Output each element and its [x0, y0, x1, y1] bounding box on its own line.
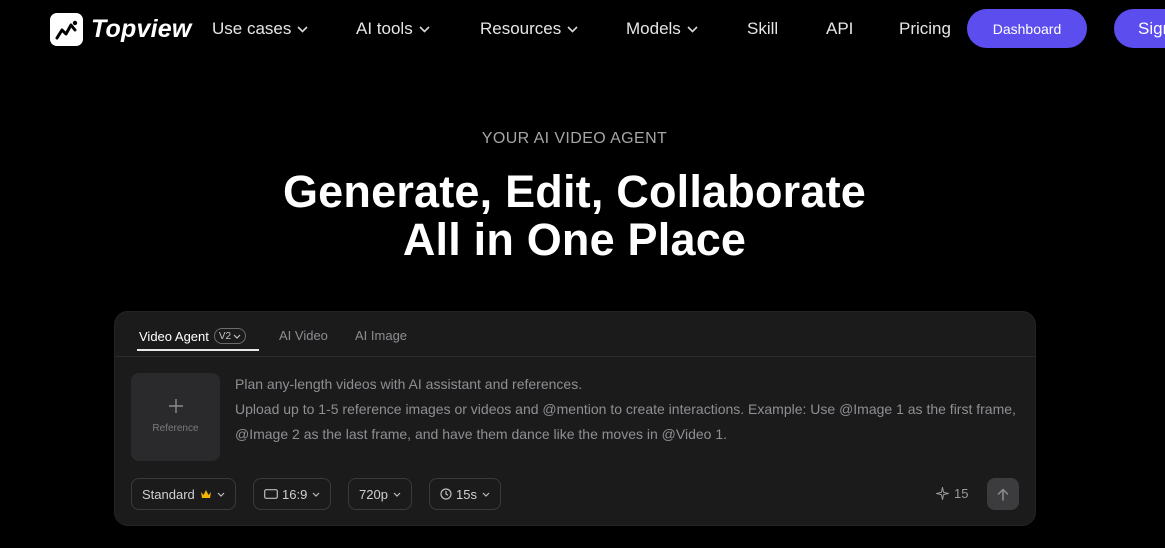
tab-ai-image[interactable]: AI Image	[355, 328, 407, 343]
tab-ai-video[interactable]: AI Video	[279, 328, 328, 343]
chevron-down-icon	[217, 492, 225, 497]
chevron-down-icon	[687, 25, 698, 33]
nav-models-label: Models	[626, 19, 681, 38]
aspect-ratio-label: 16:9	[282, 486, 308, 502]
quality-label: Standard	[142, 486, 195, 502]
brand-name: Topview	[91, 15, 192, 43]
topview-logo-icon	[50, 13, 83, 46]
nav-pricing[interactable]: Pricing	[899, 19, 951, 39]
nav-ai-tools[interactable]: AI tools	[356, 19, 430, 39]
quality-selector[interactable]: Standard	[131, 478, 236, 510]
top-navbar: Topview Use cases AI tools Resources Mod…	[0, 0, 1165, 58]
duration-selector[interactable]: 15s	[429, 478, 501, 510]
nav-ai-tools-label: AI tools	[356, 19, 413, 38]
tab-video-agent[interactable]: Video Agent V2	[139, 328, 247, 344]
duration-label: 15s	[456, 486, 477, 502]
credit-cost: 15	[936, 486, 968, 501]
nav-skill[interactable]: Skill	[747, 19, 778, 39]
hero-headline: Generate, Edit, Collaborate All in One P…	[0, 168, 1149, 264]
arrow-up-icon	[997, 488, 1009, 501]
chevron-down-icon	[297, 25, 308, 33]
chevron-down-icon	[233, 334, 241, 339]
plus-icon	[131, 395, 220, 417]
video-agent-composer: Video Agent V2 AI Video AI Image Referen…	[114, 311, 1036, 526]
hero-headline-line-1: Generate, Edit, Collaborate	[282, 166, 867, 217]
nav-resources[interactable]: Resources	[480, 19, 578, 39]
composer-tabs: Video Agent V2 AI Video AI Image	[115, 312, 1035, 357]
crown-icon	[200, 489, 212, 499]
reference-label: Reference	[152, 423, 199, 434]
dashboard-button[interactable]: Dashboard	[967, 9, 1087, 48]
clock-icon	[440, 488, 452, 500]
version-badge[interactable]: V2	[213, 328, 247, 344]
prompt-placeholder-line-2: Upload up to 1-5 reference images or vid…	[235, 401, 1016, 442]
resolution-selector[interactable]: 720p	[348, 478, 412, 510]
chevron-down-icon	[419, 25, 430, 33]
hero-eyebrow: YOUR AI VIDEO AGENT	[481, 130, 668, 147]
nav-resources-label: Resources	[480, 19, 562, 38]
nav-api[interactable]: API	[826, 19, 853, 39]
resolution-label: 720p	[359, 486, 388, 502]
tab-video-agent-label: Video Agent	[139, 328, 209, 344]
aspect-ratio-selector[interactable]: 16:9	[253, 478, 332, 510]
prompt-input[interactable]: Plan any-length videos with AI assistant…	[235, 372, 1020, 447]
credit-cost-value: 15	[954, 486, 969, 501]
sparkle-icon	[936, 487, 949, 500]
active-tab-indicator	[137, 349, 259, 351]
reference-upload-button[interactable]: Reference	[131, 373, 220, 461]
brand-logo[interactable]: Topview	[50, 13, 192, 46]
chevron-down-icon	[312, 492, 320, 497]
chevron-down-icon	[393, 492, 401, 497]
sign-in-button[interactable]: Sign	[1114, 9, 1165, 48]
version-badge-label: V2	[218, 330, 232, 342]
chevron-down-icon	[567, 25, 578, 33]
nav-models[interactable]: Models	[626, 19, 698, 39]
hero-headline-line-2: All in One Place	[402, 214, 747, 265]
chevron-down-icon	[482, 492, 490, 497]
submit-button[interactable]	[987, 478, 1019, 510]
nav-use-cases[interactable]: Use cases	[212, 19, 308, 39]
prompt-placeholder-line-1: Plan any-length videos with AI assistant…	[235, 376, 583, 392]
nav-use-cases-label: Use cases	[212, 19, 292, 38]
aspect-ratio-icon	[264, 489, 278, 499]
